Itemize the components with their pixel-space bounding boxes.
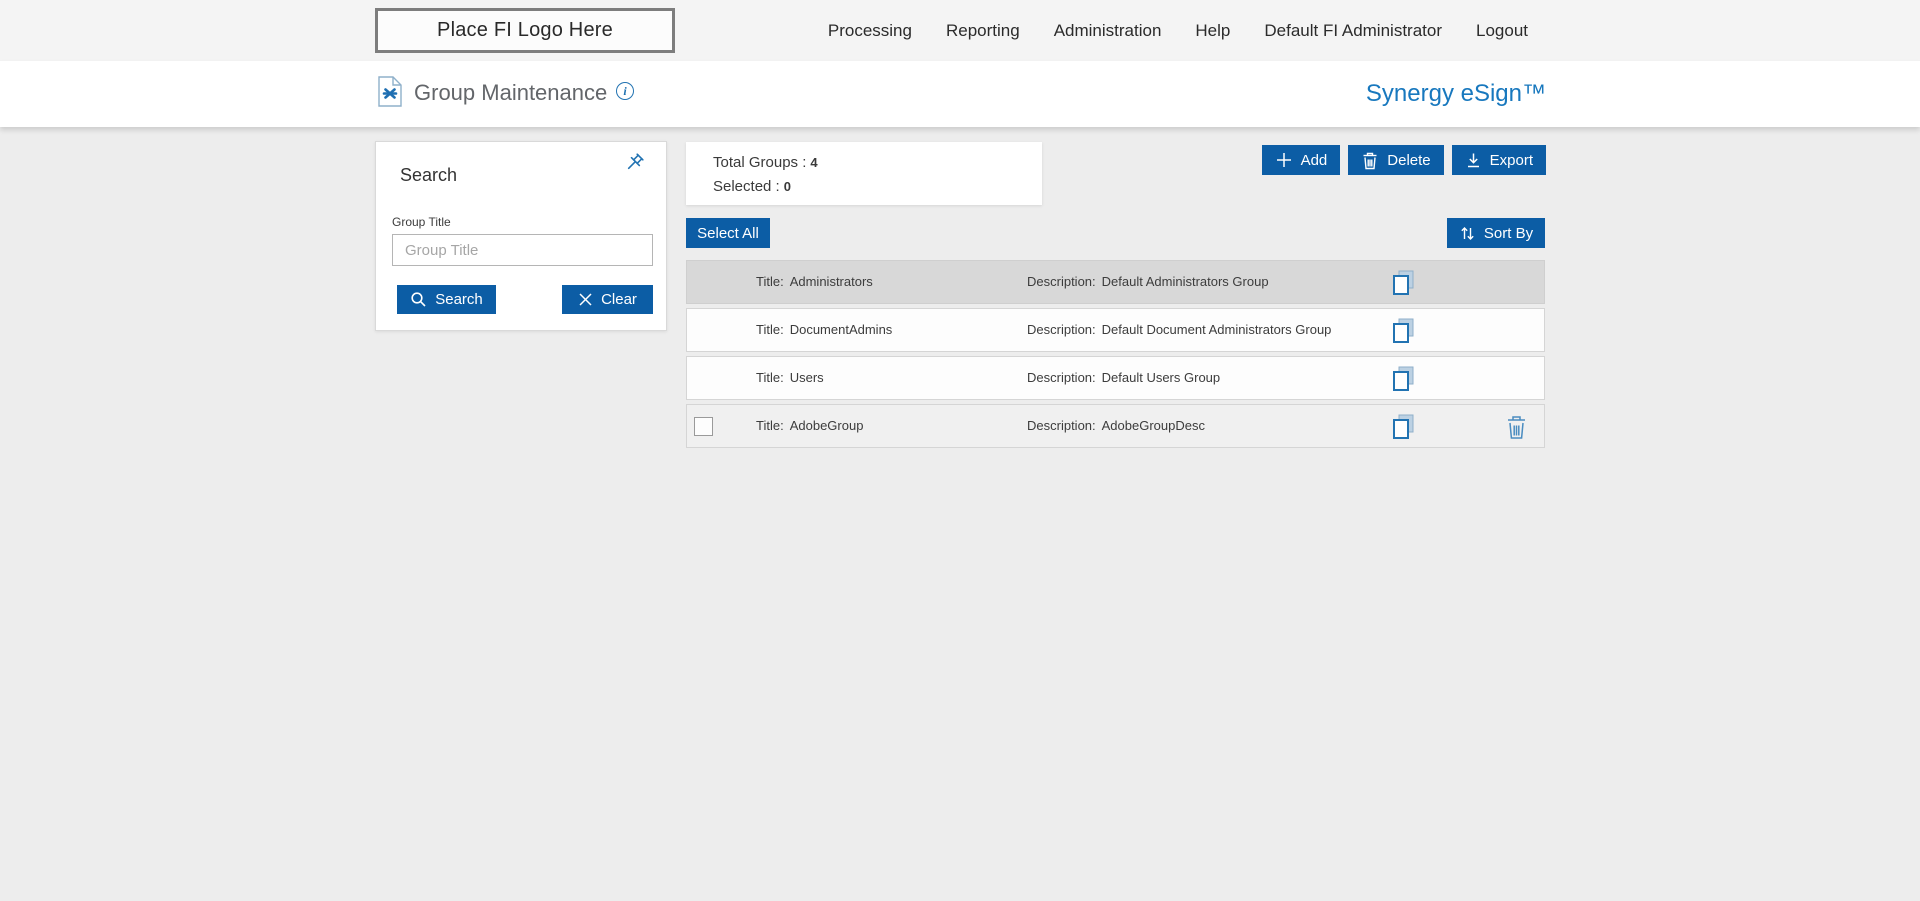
group-title-label: Group Title (392, 215, 451, 229)
sort-by-label: Sort By (1484, 225, 1533, 242)
select-all-label: Select All (697, 225, 759, 242)
group-desc-cell: Description: Default Users Group (1027, 370, 1220, 385)
total-groups-label: Total Groups : (713, 154, 806, 171)
group-title-cell: Title: DocumentAdmins (756, 322, 892, 337)
group-desc-value: AdobeGroupDesc (1102, 418, 1205, 433)
description-label: Description: (1027, 322, 1096, 337)
nav-reporting[interactable]: Reporting (946, 21, 1020, 41)
summary-box: Total Groups : 4 Selected : 0 (686, 142, 1042, 205)
group-desc-value: Default Users Group (1102, 370, 1221, 385)
row-delete-trash-icon[interactable] (1505, 414, 1528, 440)
description-label: Description: (1027, 418, 1096, 433)
action-toolbar: Add Delete Export (1262, 145, 1546, 175)
download-icon (1465, 152, 1482, 169)
copy-icon[interactable] (1390, 413, 1417, 441)
search-panel: Search Group Title Search Cl (375, 141, 667, 331)
group-desc-cell: Description: AdobeGroupDesc (1027, 418, 1205, 433)
page-title: Group Maintenance (414, 80, 607, 106)
selected-label: Selected : (713, 178, 780, 195)
export-button-label: Export (1490, 152, 1533, 169)
group-desc-value: Default Administrators Group (1102, 274, 1269, 289)
main-nav: Processing Reporting Administration Help… (828, 0, 1528, 61)
total-groups-line: Total Groups : 4 (713, 154, 818, 171)
selected-line: Selected : 0 (713, 178, 791, 195)
page-header: Group Maintenance i Synergy eSign™ (0, 61, 1920, 127)
group-title-cell: Title: Administrators (756, 274, 873, 289)
title-label: Title: (756, 322, 784, 337)
group-title-value: AdobeGroup (790, 418, 864, 433)
clear-button-label: Clear (601, 291, 637, 308)
top-bar: Place FI Logo Here Processing Reporting … (0, 0, 1920, 61)
fi-logo-placeholder: Place FI Logo Here (375, 8, 675, 53)
group-row-documentadmins[interactable]: Title: DocumentAdmins Description: Default… (686, 308, 1545, 352)
sort-arrows-icon (1459, 225, 1476, 242)
group-title-value: Users (790, 370, 824, 385)
group-title-value: Administrators (790, 274, 873, 289)
nav-logout[interactable]: Logout (1476, 21, 1528, 41)
group-row-adobegroup[interactable]: Title: AdobeGroup Description: AdobeGroupD… (686, 404, 1545, 448)
copy-icon[interactable] (1390, 317, 1417, 345)
search-button-label: Search (435, 291, 483, 308)
add-button-label: Add (1301, 152, 1328, 169)
clear-button[interactable]: Clear (562, 285, 653, 314)
group-desc-cell: Description: Default Administrators Group (1027, 274, 1269, 289)
title-label: Title: (756, 274, 784, 289)
group-title-cell: Title: AdobeGroup (756, 418, 863, 433)
description-label: Description: (1027, 274, 1096, 289)
group-row-administrators[interactable]: Title: Administrators Description: Default… (686, 260, 1545, 304)
pin-icon[interactable] (620, 150, 648, 178)
select-all-button[interactable]: Select All (686, 218, 770, 248)
group-row-users[interactable]: Title: Users Description: Default Users Gr… (686, 356, 1545, 400)
group-maintenance-icon (377, 76, 403, 108)
group-desc-value: Default Document Administrators Group (1102, 322, 1332, 337)
delete-button[interactable]: Delete (1348, 145, 1443, 175)
search-panel-heading: Search (400, 165, 457, 186)
title-label: Title: (756, 418, 784, 433)
nav-administration[interactable]: Administration (1054, 21, 1162, 41)
group-desc-cell: Description: Default Document Administrat… (1027, 322, 1331, 337)
info-icon[interactable]: i (616, 82, 634, 100)
export-button[interactable]: Export (1452, 145, 1546, 175)
plus-icon (1275, 151, 1293, 169)
group-title-cell: Title: Users (756, 370, 824, 385)
search-button[interactable]: Search (397, 285, 496, 314)
fi-logo-text: Place FI Logo Here (437, 19, 613, 42)
copy-icon[interactable] (1390, 269, 1417, 297)
add-button[interactable]: Add (1262, 145, 1341, 175)
copy-icon[interactable] (1390, 365, 1417, 393)
trash-icon (1361, 151, 1379, 170)
description-label: Description: (1027, 370, 1096, 385)
close-icon (578, 292, 593, 307)
product-brand: Synergy eSign™ (1366, 80, 1546, 108)
total-groups-value: 4 (810, 155, 817, 170)
delete-button-label: Delete (1387, 152, 1430, 169)
group-title-input[interactable] (392, 234, 653, 266)
nav-current-user[interactable]: Default FI Administrator (1264, 21, 1442, 41)
row-checkbox[interactable] (694, 417, 713, 436)
title-label: Title: (756, 370, 784, 385)
selected-value: 0 (784, 179, 791, 194)
group-title-value: DocumentAdmins (790, 322, 893, 337)
nav-processing[interactable]: Processing (828, 21, 912, 41)
nav-help[interactable]: Help (1195, 21, 1230, 41)
search-icon (410, 291, 427, 308)
sort-by-button[interactable]: Sort By (1447, 218, 1545, 248)
